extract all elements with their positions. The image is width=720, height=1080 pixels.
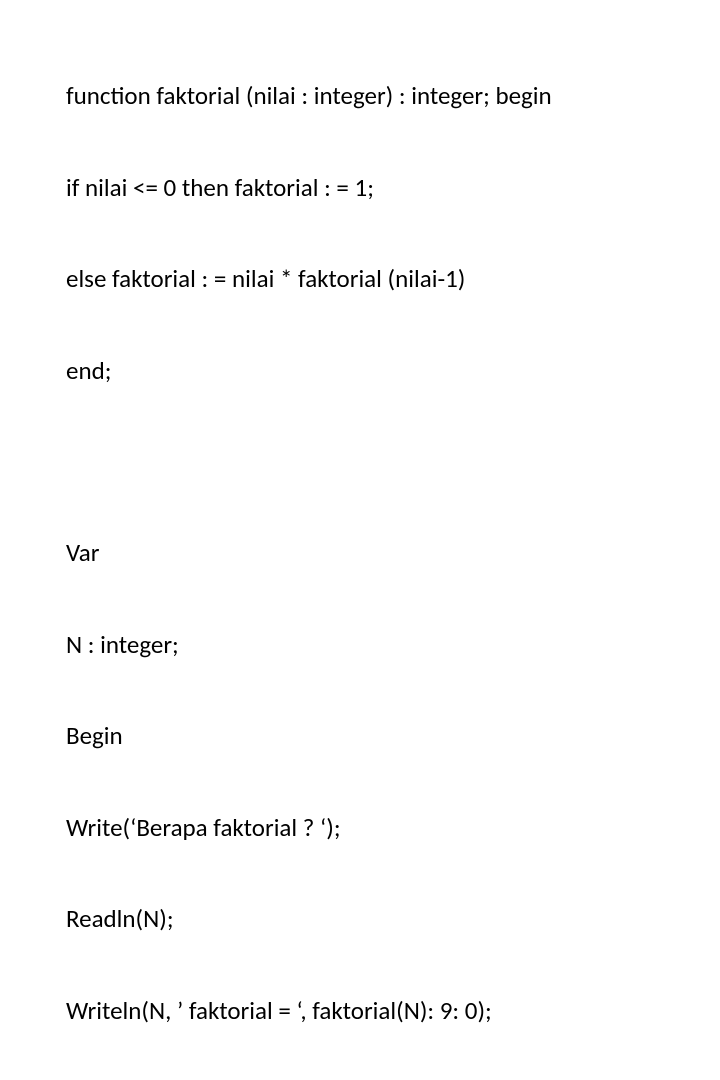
code-line: Begin	[66, 721, 720, 752]
code-block-main: Var N : integer; Begin Write(‘Berapa fak…	[66, 477, 720, 1080]
code-line: if nilai <= 0 then faktorial : = 1;	[66, 173, 720, 204]
code-line: else faktorial : = nilai * faktorial (ni…	[66, 264, 720, 295]
slide: function faktorial (nilai : integer) : i…	[0, 0, 720, 540]
spacer	[66, 447, 720, 477]
code-line: function faktorial (nilai : integer) : i…	[66, 81, 720, 112]
code-line: Readln(N);	[66, 904, 720, 935]
code-line: end;	[66, 356, 720, 387]
code-block-function: function faktorial (nilai : integer) : i…	[66, 20, 720, 447]
code-line: Write(‘Berapa faktorial ? ‘);	[66, 813, 720, 844]
code-line: Writeln(N, ’ faktorial = ‘, faktorial(N)…	[66, 996, 720, 1027]
code-line: N : integer;	[66, 630, 720, 661]
code-line: Var	[66, 538, 720, 569]
